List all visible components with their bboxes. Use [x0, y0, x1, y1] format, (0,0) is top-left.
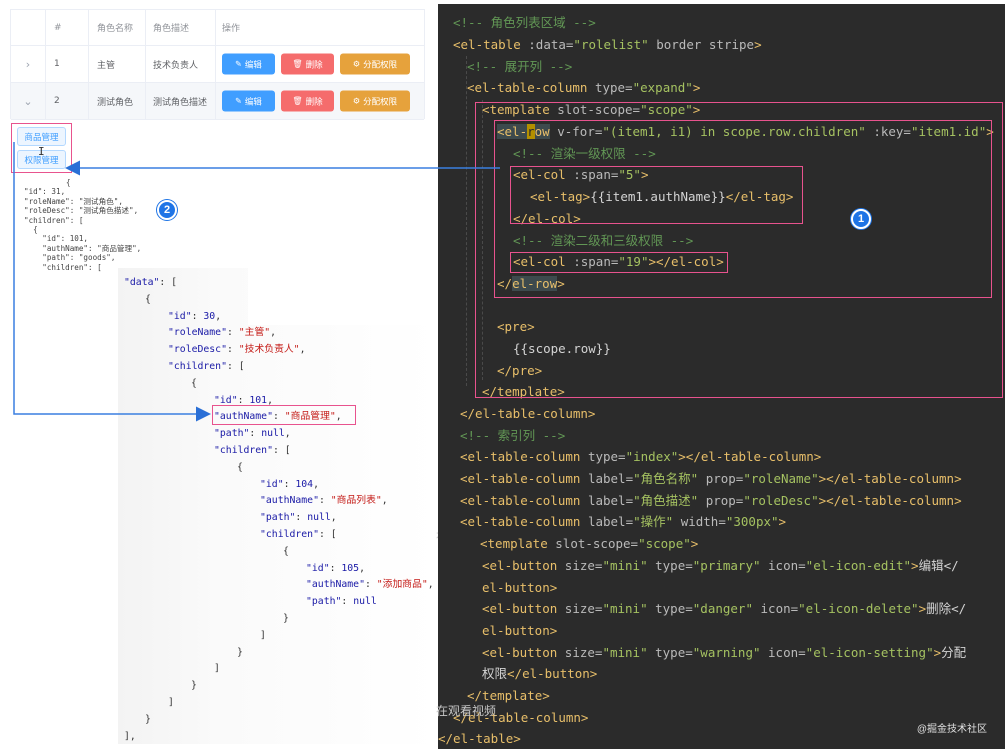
delete-button[interactable]: 🗑 删除	[281, 90, 334, 112]
pre-line: "id": 101,	[24, 234, 89, 244]
row-role-name: 测试角色	[89, 83, 146, 119]
table-header: # 角色名称 角色描述 操作	[11, 10, 424, 46]
code-line: <el-button size="mini" type="danger" ico…	[482, 601, 967, 616]
code-text: 删除</	[926, 601, 967, 616]
pre-line: "authName": "商品管理",	[24, 243, 142, 253]
json-value: "商品列表"	[330, 495, 382, 507]
setting-icon: ⚙	[352, 96, 361, 106]
code-line: <el-table-column label="角色名称" prop="role…	[460, 471, 962, 486]
pre-line: "path": "goods",	[24, 253, 116, 263]
header-index: #	[46, 10, 89, 45]
code-line: <!-- 角色列表区域 -->	[453, 12, 596, 34]
row-role-name: 主管	[89, 46, 146, 82]
footer-logo: @掘金技术社区	[916, 724, 987, 735]
code-line: <el-table :data="rolelist" border stripe…	[453, 37, 762, 52]
code-attr-value: "角色名称"	[633, 471, 699, 486]
assign-rights-button-label: 分配权限	[363, 60, 398, 70]
row-index: 1	[46, 46, 89, 82]
code-line: el-button>	[482, 580, 558, 595]
code-line: </el-table>	[438, 731, 521, 746]
pre-line: {	[66, 178, 71, 187]
indent-guide	[466, 56, 467, 386]
json-value: null	[307, 512, 331, 524]
edit-button-label: 编辑	[244, 97, 262, 107]
json-value: "主管"	[238, 327, 271, 339]
edit-button[interactable]: ✎ 编辑	[222, 53, 275, 75]
code-line: <el-table-column type="index"></el-table…	[460, 449, 822, 464]
json-key: "data"	[124, 277, 160, 288]
code-line: <!-- 展开列 -->	[467, 56, 572, 78]
code-attr-value: "角色描述"	[633, 493, 699, 508]
json-value: 105	[341, 562, 360, 574]
el-col-span5-highlight	[510, 166, 803, 224]
row-index: 2	[46, 83, 89, 119]
code-line: 权限</el-button>	[482, 666, 598, 681]
code-text: 编辑</	[918, 558, 959, 573]
code-line: <el-table-column type="expand">	[467, 80, 701, 95]
table-row: › 1 主管 技术负责人 ✎ 编辑 🗑 删除 ⚙ 分配权限	[11, 46, 424, 83]
code-line: el-button>	[482, 623, 558, 638]
text-cursor-icon: I	[38, 145, 45, 158]
code-comment: <!-- 展开列 -->	[467, 59, 573, 74]
delete-button-label: 删除	[305, 97, 323, 107]
roles-table: # 角色名称 角色描述 操作 › 1 主管 技术负责人 ✎ 编辑 🗑 删除 ⚙ 分配权…	[10, 9, 425, 120]
code-comment: <!-- 索引列 -->	[460, 428, 566, 443]
code-line: <!-- 索引列 -->	[460, 425, 565, 447]
edit-icon: ✎	[235, 59, 242, 69]
json-value: 30	[203, 310, 216, 322]
delete-icon: 🗑	[292, 59, 303, 69]
delete-button-label: 删除	[305, 60, 323, 70]
authname-highlight	[212, 405, 356, 425]
row-role-desc: 测试角色描述	[146, 83, 216, 119]
collapse-toggle-icon[interactable]: ⌄	[11, 83, 46, 119]
pre-line: "roleName": "测试角色",	[24, 196, 123, 206]
setting-icon: ⚙	[352, 59, 361, 69]
step-badge-2: 2	[157, 200, 177, 220]
edit-button-label: 编辑	[244, 60, 262, 70]
row-ops: ✎ 编辑 🗑 删除 ⚙ 分配权限	[216, 46, 426, 82]
watermark-text: 在观看视频	[436, 704, 497, 718]
assign-rights-button[interactable]: ⚙ 分配权限	[340, 90, 410, 112]
pre-line: {	[24, 225, 38, 235]
delete-icon: 🗑	[292, 96, 303, 106]
pre-line: "id": 31,	[24, 187, 66, 197]
header-role-name: 角色名称	[89, 10, 146, 45]
step-badge-1: 1	[851, 209, 871, 229]
json-value: null	[353, 596, 377, 608]
code-text: 分配	[941, 645, 967, 660]
code-line: <el-table-column label="角色描述" prop="role…	[460, 493, 962, 508]
scope-row-pre: {"id": 31, "roleName": "测试角色", "roleDesc":…	[24, 178, 141, 272]
code-text: 权限	[482, 666, 508, 681]
json-data-view: "data": [ { "id": 30, "roleName": "主管", …	[124, 277, 434, 742]
edit-icon: ✎	[235, 96, 242, 106]
json-value: 104	[295, 478, 314, 490]
pre-line: "children": [	[24, 215, 84, 225]
code-comment: <!-- 角色列表区域 -->	[453, 15, 596, 30]
pre-line: "roleDesc": "测试角色描述",	[24, 206, 139, 216]
el-col-span19-highlight	[510, 252, 728, 273]
code-line: <el-table-column label="操作" width="300px…	[460, 514, 787, 529]
delete-button[interactable]: 🗑 删除	[281, 53, 334, 75]
table-row: ⌄ 2 测试角色 测试角色描述 ✎ 编辑 🗑 删除 ⚙ 分配权限	[11, 83, 424, 120]
header-expand	[11, 10, 46, 45]
code-line: </el-table-column>	[460, 406, 596, 421]
code-line: <el-button size="mini" type="primary" ic…	[482, 558, 959, 573]
rights-tag[interactable]: 商品管理	[17, 127, 66, 146]
json-value: "技术负责人"	[238, 344, 300, 356]
assign-rights-button[interactable]: ⚙ 分配权限	[340, 53, 410, 75]
code-line: <el-button size="mini" type="warning" ic…	[482, 645, 967, 660]
row-ops: ✎ 编辑 🗑 删除 ⚙ 分配权限	[216, 83, 426, 119]
expand-toggle-icon[interactable]: ›	[11, 46, 46, 82]
header-role-desc: 角色描述	[146, 10, 216, 45]
code-attr-value: "操作"	[633, 514, 674, 529]
json-value: null	[261, 428, 285, 440]
code-editor: <!-- 角色列表区域 --> <el-table :data="rolelis…	[438, 4, 1005, 749]
assign-rights-button-label: 分配权限	[363, 97, 398, 107]
header-ops: 操作	[222, 24, 241, 34]
json-value: 101	[249, 394, 268, 406]
code-line: <template slot-scope="scope">	[480, 536, 699, 551]
edit-button[interactable]: ✎ 编辑	[222, 90, 275, 112]
row-role-desc: 技术负责人	[146, 46, 216, 82]
json-value: "添加商品"	[376, 579, 428, 591]
